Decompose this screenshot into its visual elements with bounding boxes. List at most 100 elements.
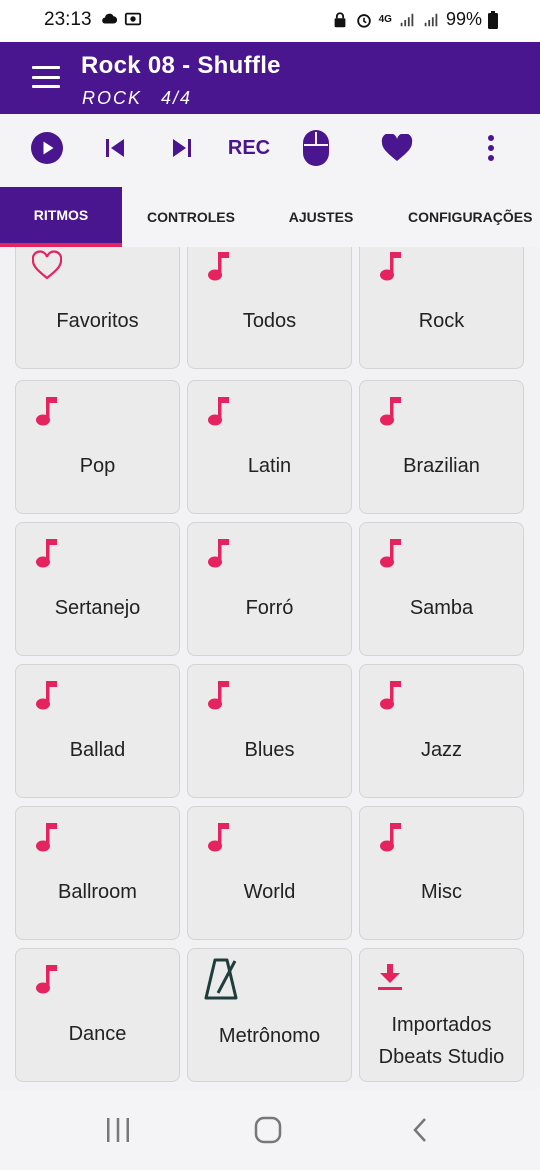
- music-note-icon: [380, 681, 401, 710]
- record-button[interactable]: REC: [228, 128, 270, 168]
- music-note-icon: [380, 397, 401, 426]
- category-blues[interactable]: Blues: [187, 664, 352, 798]
- category-label: Samba: [409, 597, 474, 619]
- tab-configuracoes[interactable]: CONFIGURAÇÕES: [396, 187, 540, 247]
- status-left-icons: [100, 10, 142, 28]
- music-note-icon: [208, 397, 229, 426]
- battery-icon: [488, 10, 498, 29]
- recent-apps-button[interactable]: [98, 1114, 138, 1146]
- heart-icon: [381, 134, 413, 161]
- photo-icon: [124, 12, 142, 26]
- rhythm-subtitle: ROCK 4/4: [82, 88, 193, 108]
- category-label: Blues: [244, 739, 295, 761]
- previous-button[interactable]: [103, 128, 127, 168]
- home-icon: [254, 1116, 282, 1144]
- category-rock[interactable]: Rock: [359, 247, 524, 369]
- mouse-icon: [303, 130, 329, 166]
- skip-previous-icon: [106, 139, 124, 157]
- music-note-icon: [36, 681, 57, 710]
- mouse-button[interactable]: [302, 128, 330, 168]
- category-favoritos[interactable]: Favoritos: [15, 247, 180, 369]
- music-note-icon: [380, 823, 401, 852]
- music-note-icon: [208, 252, 229, 281]
- category-dance[interactable]: Dance: [15, 948, 180, 1082]
- music-note-icon: [380, 539, 401, 568]
- category-label-line2: Dbeats Studio: [378, 1046, 505, 1068]
- category-label: Metrônomo: [218, 1025, 321, 1047]
- playback-toolbar: REC: [0, 114, 540, 187]
- tab-ajustes[interactable]: AJUSTES: [262, 187, 380, 247]
- status-right-icons: 4G 99%: [331, 9, 498, 30]
- home-button[interactable]: [248, 1114, 288, 1146]
- favorite-button[interactable]: [380, 128, 414, 168]
- category-todos[interactable]: Todos: [187, 247, 352, 369]
- category-label: Ballroom: [58, 881, 137, 903]
- cloud-icon: [102, 13, 118, 24]
- category-forro[interactable]: Forró: [187, 522, 352, 656]
- category-label: Dance: [68, 1023, 127, 1045]
- category-jazz[interactable]: Jazz: [359, 664, 524, 798]
- more-options-button[interactable]: [484, 128, 498, 168]
- status-bar: 23:13 4G 99%: [0, 0, 540, 42]
- category-pop[interactable]: Pop: [15, 380, 180, 514]
- category-label: Rock: [418, 310, 465, 332]
- category-metronomo[interactable]: Metrônomo: [187, 948, 352, 1082]
- music-note-icon: [208, 681, 229, 710]
- more-vertical-icon: [488, 135, 494, 161]
- play-icon: [31, 132, 63, 164]
- category-label: Sertanejo: [54, 597, 141, 619]
- menu-icon[interactable]: [32, 66, 60, 88]
- category-label: Todos: [242, 310, 297, 332]
- category-ballroom[interactable]: Ballroom: [15, 806, 180, 940]
- category-latin[interactable]: Latin: [187, 380, 352, 514]
- category-label: World: [243, 881, 296, 903]
- music-note-icon: [36, 823, 57, 852]
- back-icon: [413, 1118, 426, 1142]
- tab-ritmos[interactable]: RITMOS: [0, 187, 122, 247]
- music-note-icon: [380, 252, 401, 281]
- alarm-icon: [356, 13, 371, 28]
- category-label: Pop: [79, 455, 116, 477]
- signal-icon: [400, 13, 414, 26]
- category-samba[interactable]: Samba: [359, 522, 524, 656]
- category-brazilian[interactable]: Brazilian: [359, 380, 524, 514]
- battery-percent: 99%: [445, 9, 482, 29]
- app-header: Rock 08 - Shuffle ROCK 4/4: [0, 42, 540, 114]
- category-ballad[interactable]: Ballad: [15, 664, 180, 798]
- rhythm-title: Rock 08 - Shuffle: [81, 52, 281, 79]
- category-label: Misc: [420, 881, 463, 903]
- music-note-icon: [208, 823, 229, 852]
- music-note-icon: [36, 397, 57, 426]
- rhythm-category-grid: Favoritos Todos Rock Pop Latin Brazilian…: [15, 247, 525, 1090]
- network-type: 4G: [378, 14, 392, 25]
- category-label: Ballad: [69, 739, 126, 761]
- category-label: Jazz: [420, 739, 463, 761]
- signal-icon-2: [424, 13, 438, 26]
- category-label: Favoritos: [56, 310, 139, 332]
- category-label: Importados Dbeats Studio: [360, 1009, 523, 1073]
- category-label: Brazilian: [403, 455, 480, 477]
- category-importados[interactable]: Importados Dbeats Studio: [359, 948, 524, 1082]
- heart-outline-icon: [32, 250, 62, 280]
- category-sertanejo[interactable]: Sertanejo: [15, 522, 180, 656]
- music-note-icon: [36, 539, 57, 568]
- lock-icon: [334, 11, 346, 27]
- music-note-icon: [208, 539, 229, 568]
- category-label-line1: Importados: [391, 1014, 492, 1036]
- system-navigation-bar: [0, 1090, 540, 1170]
- category-label: Latin: [247, 455, 292, 477]
- category-label: Forró: [245, 597, 294, 619]
- tab-controles[interactable]: CONTROLES: [130, 187, 252, 247]
- skip-next-icon: [173, 139, 191, 157]
- status-time: 23:13: [44, 9, 92, 30]
- play-button[interactable]: [30, 128, 64, 168]
- recent-apps-icon: [107, 1118, 129, 1142]
- next-button[interactable]: [170, 128, 194, 168]
- tab-bar: RITMOS CONTROLES AJUSTES CONFIGURAÇÕES: [0, 187, 540, 247]
- back-button[interactable]: [400, 1114, 440, 1146]
- download-icon: [378, 964, 402, 990]
- music-note-icon: [36, 965, 57, 994]
- category-world[interactable]: World: [187, 806, 352, 940]
- category-misc[interactable]: Misc: [359, 806, 524, 940]
- metronome-icon: [204, 958, 238, 1000]
